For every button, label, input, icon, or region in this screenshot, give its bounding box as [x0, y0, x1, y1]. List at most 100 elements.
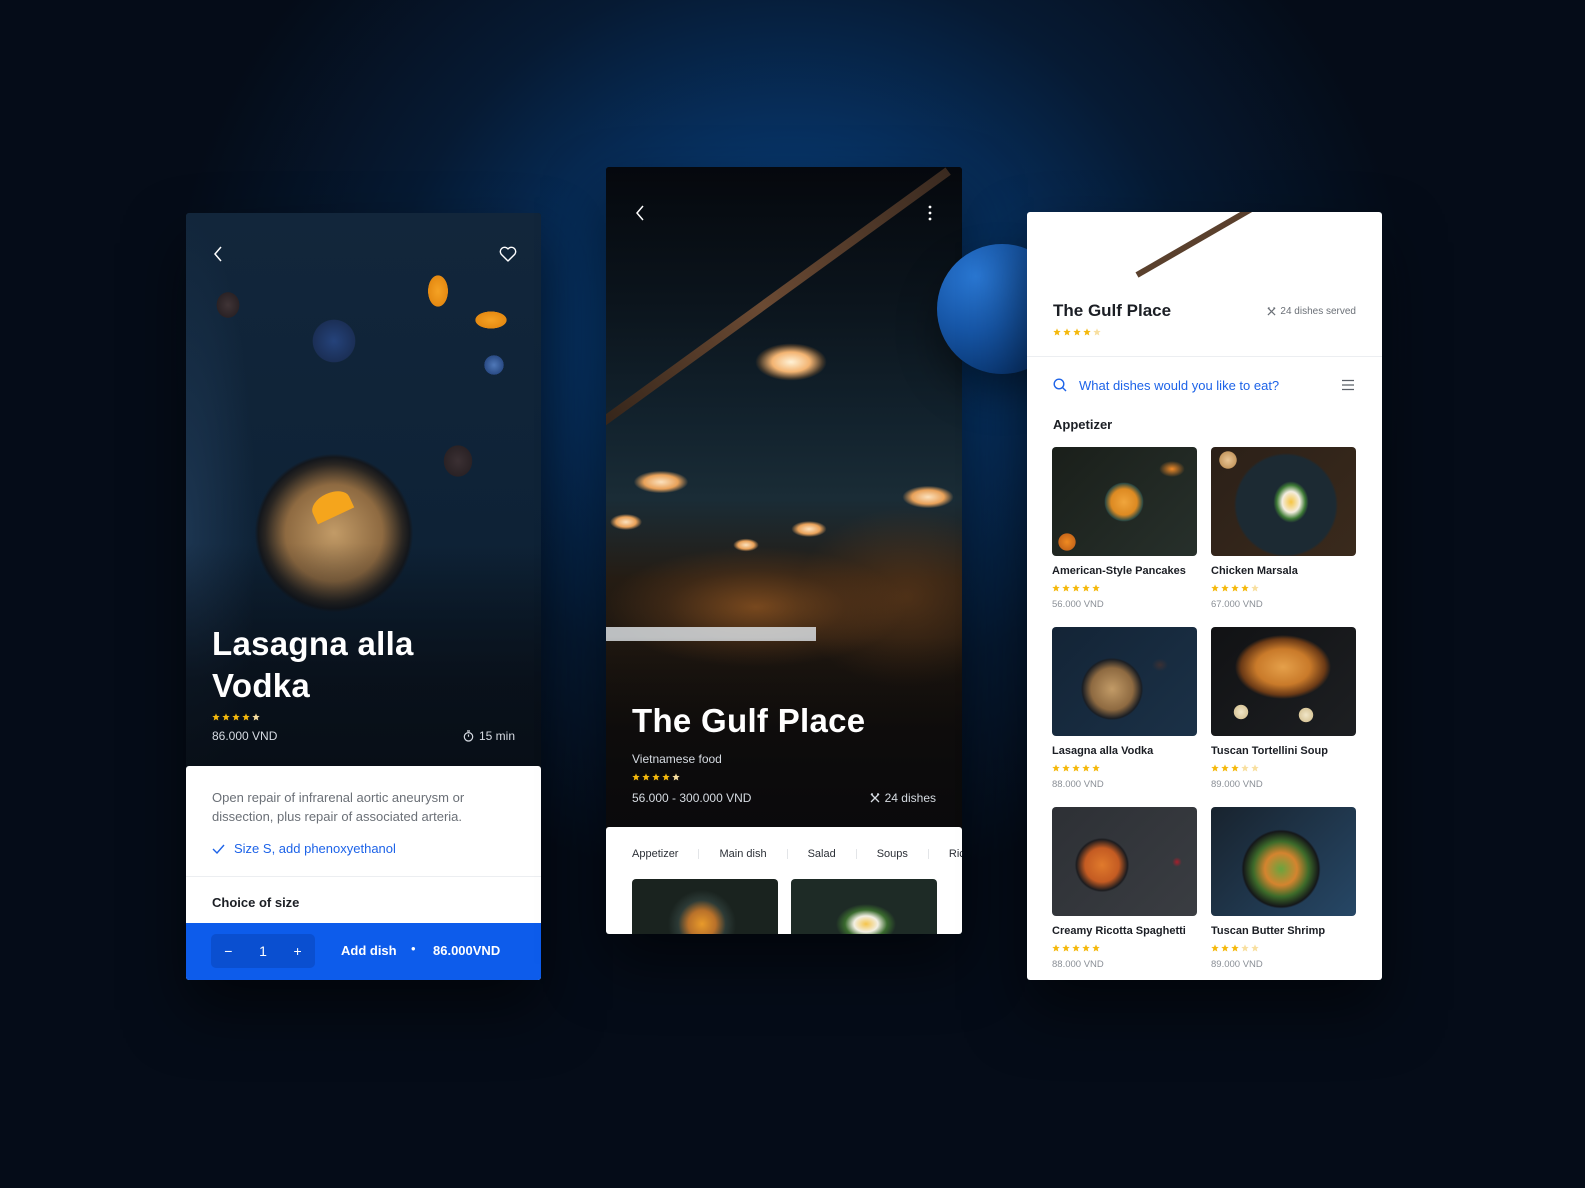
tab-main-dish[interactable]: Main dish — [719, 848, 766, 860]
star-filled-icon — [1053, 328, 1061, 336]
star-filled-icon — [232, 713, 240, 721]
heart-icon[interactable] — [497, 241, 519, 267]
utensils-icon — [1267, 307, 1276, 316]
section-title: Appetizer — [1053, 417, 1113, 432]
choice-of-size-heading: Choice of size — [212, 895, 300, 910]
dish-card[interactable]: American-Style Pancakes 56.000 VND — [1052, 447, 1197, 614]
tab-salad[interactable]: Salad — [808, 848, 836, 860]
dish-card[interactable]: Tuscan Butter Shrimp 89.000 VND — [1211, 807, 1356, 974]
dish-name: Chicken Marsala — [1211, 565, 1298, 577]
star-filled-icon — [1062, 944, 1070, 952]
dish-image — [1052, 807, 1197, 916]
star-filled-icon — [1231, 944, 1239, 952]
dish-name: American-Style Pancakes — [1052, 565, 1186, 577]
dish-card[interactable]: Lasagna alla Vodka 88.000 VND — [1052, 627, 1197, 794]
hamburger-menu-icon[interactable] — [1340, 375, 1356, 395]
total-price: 86.000VND — [433, 943, 501, 958]
dish-price: 89.000 VND — [1211, 779, 1263, 790]
star-empty-icon — [1241, 944, 1249, 952]
chevron-left-icon[interactable] — [208, 241, 228, 267]
restaurant-cuisine: Vietnamese food — [632, 752, 722, 766]
tab-rice[interactable]: Rice — [949, 848, 962, 860]
info-icon[interactable] — [1336, 238, 1358, 264]
selected-option[interactable]: Size S, add phenoxyethanol — [212, 841, 396, 856]
dishes-served: 24 dishes served — [1267, 306, 1356, 317]
prep-time: 15 min — [463, 729, 515, 743]
divider — [1027, 356, 1382, 357]
restaurant-title: The Gulf Place — [632, 702, 866, 739]
dish-image — [1211, 627, 1356, 736]
quantity-value: 1 — [259, 943, 267, 959]
prep-time-label: 15 min — [478, 729, 515, 743]
heart-icon[interactable] — [1298, 238, 1320, 264]
utensils-icon — [870, 793, 880, 803]
star-filled-icon — [1082, 944, 1090, 952]
star-filled-icon — [1211, 584, 1219, 592]
star-empty-icon — [1093, 328, 1101, 336]
dish-card[interactable]: Chicken Marsala 67.000 VND — [1211, 447, 1356, 614]
selected-option-label: Size S, add phenoxyethanol — [234, 841, 396, 856]
star-filled-icon — [1052, 764, 1060, 772]
quantity-stepper: − 1 + — [211, 934, 315, 968]
star-filled-icon — [1211, 764, 1219, 772]
star-filled-icon — [1052, 584, 1060, 592]
tab-soups[interactable]: Soups — [877, 848, 908, 860]
dish-card[interactable]: Tuscan Tortellini Soup 89.000 VND — [1211, 627, 1356, 794]
check-icon — [212, 844, 225, 854]
dish-name: Lasagna alla Vodka — [1052, 745, 1154, 757]
dish-price: 89.000 VND — [1211, 959, 1263, 970]
add-dish-bar: − 1 + Add dish • 86.000VND — [186, 923, 541, 980]
dish-thumbnail[interactable] — [791, 879, 937, 934]
chevron-left-icon[interactable] — [1051, 238, 1071, 264]
dish-grid: American-Style Pancakes 56.000 VND Chick… — [1052, 447, 1357, 974]
decrement-button[interactable]: − — [224, 943, 232, 959]
tab-appetizer[interactable]: Appetizer — [632, 848, 678, 860]
restaurant-rating — [632, 773, 680, 781]
dish-image — [1211, 807, 1356, 916]
dish-rating — [1211, 584, 1259, 592]
star-filled-icon — [222, 713, 230, 721]
star-empty-icon — [1251, 584, 1259, 592]
star-filled-icon — [1092, 944, 1100, 952]
star-empty-icon — [1241, 764, 1249, 772]
dish-price: 88.000 VND — [1052, 779, 1104, 790]
add-dish-button[interactable]: Add dish — [341, 943, 397, 958]
star-filled-icon — [1072, 584, 1080, 592]
increment-button[interactable]: + — [294, 943, 302, 959]
category-tabs: Appetizer Main dish Salad Soups Rice — [632, 848, 962, 860]
dish-image — [1211, 447, 1356, 556]
star-filled-icon — [1073, 328, 1081, 336]
dish-search — [1053, 375, 1356, 395]
menu-screen: The Gulf Place 24 dishes served Appetize… — [1027, 212, 1382, 980]
restaurant-price-range: 56.000 - 300.000 VND — [632, 791, 752, 805]
dishes-served-label: 24 dishes served — [1280, 306, 1356, 317]
star-filled-icon — [1231, 764, 1239, 772]
star-empty-icon — [252, 713, 260, 721]
dish-rating — [1052, 944, 1100, 952]
star-filled-icon — [1221, 944, 1229, 952]
more-vertical-icon[interactable] — [922, 200, 938, 226]
chevron-left-icon[interactable] — [630, 200, 650, 226]
restaurant-dish-count: 24 dishes — [870, 791, 936, 805]
star-filled-icon — [1082, 584, 1090, 592]
search-input[interactable] — [1079, 377, 1319, 393]
dish-image — [1052, 627, 1197, 736]
star-filled-icon — [1072, 764, 1080, 772]
dish-rating — [1211, 764, 1259, 772]
restaurant-screen: The Gulf Place Vietnamese food 56.000 - … — [606, 167, 962, 934]
star-filled-icon — [1221, 584, 1229, 592]
dish-thumbnail[interactable] — [632, 879, 778, 934]
star-filled-icon — [1062, 764, 1070, 772]
restaurant-nav-bar — [606, 200, 962, 226]
star-filled-icon — [212, 713, 220, 721]
star-filled-icon — [242, 713, 250, 721]
stopwatch-icon — [463, 730, 474, 742]
dish-rating — [212, 713, 260, 721]
dish-name: Tuscan Tortellini Soup — [1211, 745, 1328, 757]
menu-nav-bar — [1027, 238, 1382, 264]
dish-card[interactable]: Creamy Ricotta Spaghetti 88.000 VND — [1052, 807, 1197, 974]
dish-rating — [1052, 584, 1100, 592]
star-filled-icon — [642, 773, 650, 781]
category-panel: Appetizer Main dish Salad Soups Rice — [606, 827, 962, 934]
dish-rating — [1211, 944, 1259, 952]
